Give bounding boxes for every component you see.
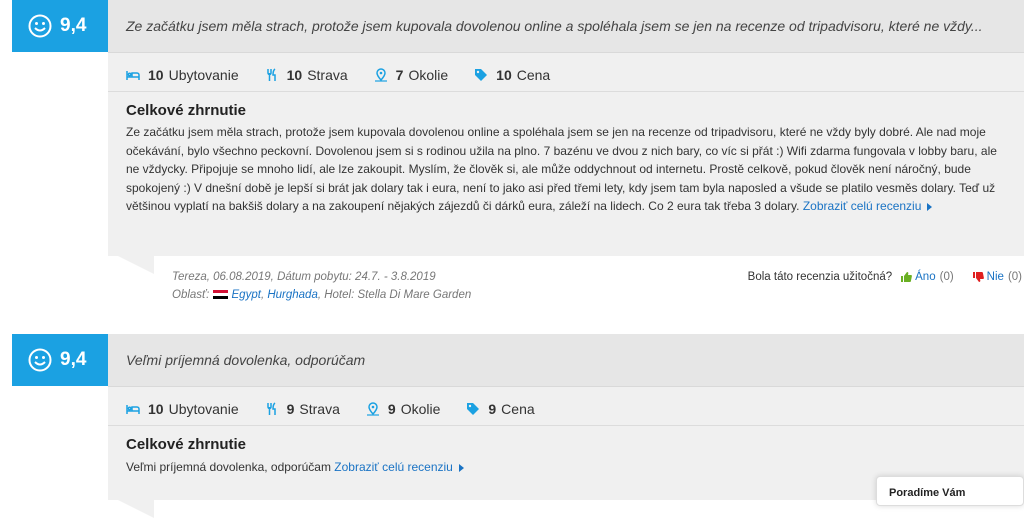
review-meta: Tereza, 06.08.2019, Dátum pobytu: 24.7. … — [172, 268, 471, 304]
helpful-yes-count: (0) — [939, 271, 954, 283]
advice-popup[interactable]: Poradíme Vám — [876, 476, 1024, 506]
rating-price: 10 Cena — [474, 67, 550, 83]
rating-food: 9 Strava — [265, 401, 340, 417]
score-badge: 9,4 — [12, 0, 108, 52]
review-text: Veľmi príjemná dovolenka, odporúčam Zobr… — [126, 458, 1006, 477]
show-full-review-link[interactable]: Zobraziť celú recenziu — [334, 460, 453, 474]
country-link[interactable]: Egypt — [232, 289, 261, 301]
helpful-no-count: (0) — [1007, 271, 1022, 283]
rating-surroundings: 9 Okolie — [366, 401, 440, 417]
review-headline: Veľmi príjemná dovolenka, odporúčam — [108, 334, 1024, 386]
thumbs-down-icon[interactable] — [972, 271, 984, 283]
bed-icon — [126, 71, 140, 80]
price-tag-icon — [467, 403, 480, 415]
popup-title: Poradíme Vám — [889, 487, 966, 499]
speech-tail — [118, 500, 154, 518]
fork-knife-icon — [266, 68, 276, 81]
show-full-review-link[interactable]: Zobraziť celú recenziu — [803, 199, 922, 213]
author-line: Tereza, 06.08.2019, Dátum pobytu: 24.7. … — [172, 271, 436, 283]
smiley-icon — [28, 14, 52, 38]
helpful-yes-button[interactable]: Áno — [915, 271, 935, 283]
fork-knife-icon — [266, 402, 276, 415]
arrow-right-icon — [927, 203, 933, 212]
helpful-no-button[interactable]: Nie — [987, 271, 1004, 283]
summary-title: Celkové zhrnutie — [126, 436, 247, 453]
divider — [108, 91, 1024, 92]
rating-price: 9 Cena — [466, 401, 535, 417]
rating-food: 10 Strava — [265, 67, 348, 83]
arrow-right-icon — [458, 463, 464, 472]
map-pin-icon — [366, 402, 379, 416]
ratings-row: 10 Ubytovanie 9 Strava 9 Okolie 9 Cena — [126, 401, 561, 417]
rating-surroundings: 7 Okolie — [374, 67, 448, 83]
egypt-flag-icon — [212, 290, 228, 300]
location-line: Oblasť: Egypt, Hurghada, Hotel: Stella D… — [172, 289, 472, 301]
price-tag-icon — [475, 69, 488, 81]
score-value: 9,4 — [60, 349, 87, 370]
divider — [108, 425, 1024, 426]
speech-tail — [118, 256, 154, 274]
review-headline: Ze začátku jsem měla strach, protože jse… — [108, 0, 1024, 52]
rating-accommodation: 10 Ubytovanie — [126, 67, 239, 83]
summary-title: Celkové zhrnutie — [126, 102, 247, 119]
map-pin-icon — [374, 68, 387, 82]
rating-accommodation: 10 Ubytovanie — [126, 401, 239, 417]
score-badge: 9,4 — [12, 334, 108, 386]
review-body: 10 Ubytovanie 10 Strava 7 Okolie 10 Cena Cel… — [108, 52, 1024, 256]
ratings-row: 10 Ubytovanie 10 Strava 7 Okolie 10 Cena — [126, 67, 576, 83]
city-link[interactable]: Hurghada — [267, 289, 318, 301]
thumbs-up-icon[interactable] — [900, 271, 913, 283]
helpful-vote: Bola táto recenzia užitočná? Áno (0) Nie… — [748, 271, 1022, 283]
helpful-question: Bola táto recenzia užitočná? — [747, 271, 893, 283]
review-text: Ze začátku jsem měla strach, protože jse… — [126, 125, 997, 214]
smiley-icon — [28, 348, 52, 372]
bed-icon — [126, 405, 140, 414]
score-value: 9,4 — [60, 15, 87, 36]
